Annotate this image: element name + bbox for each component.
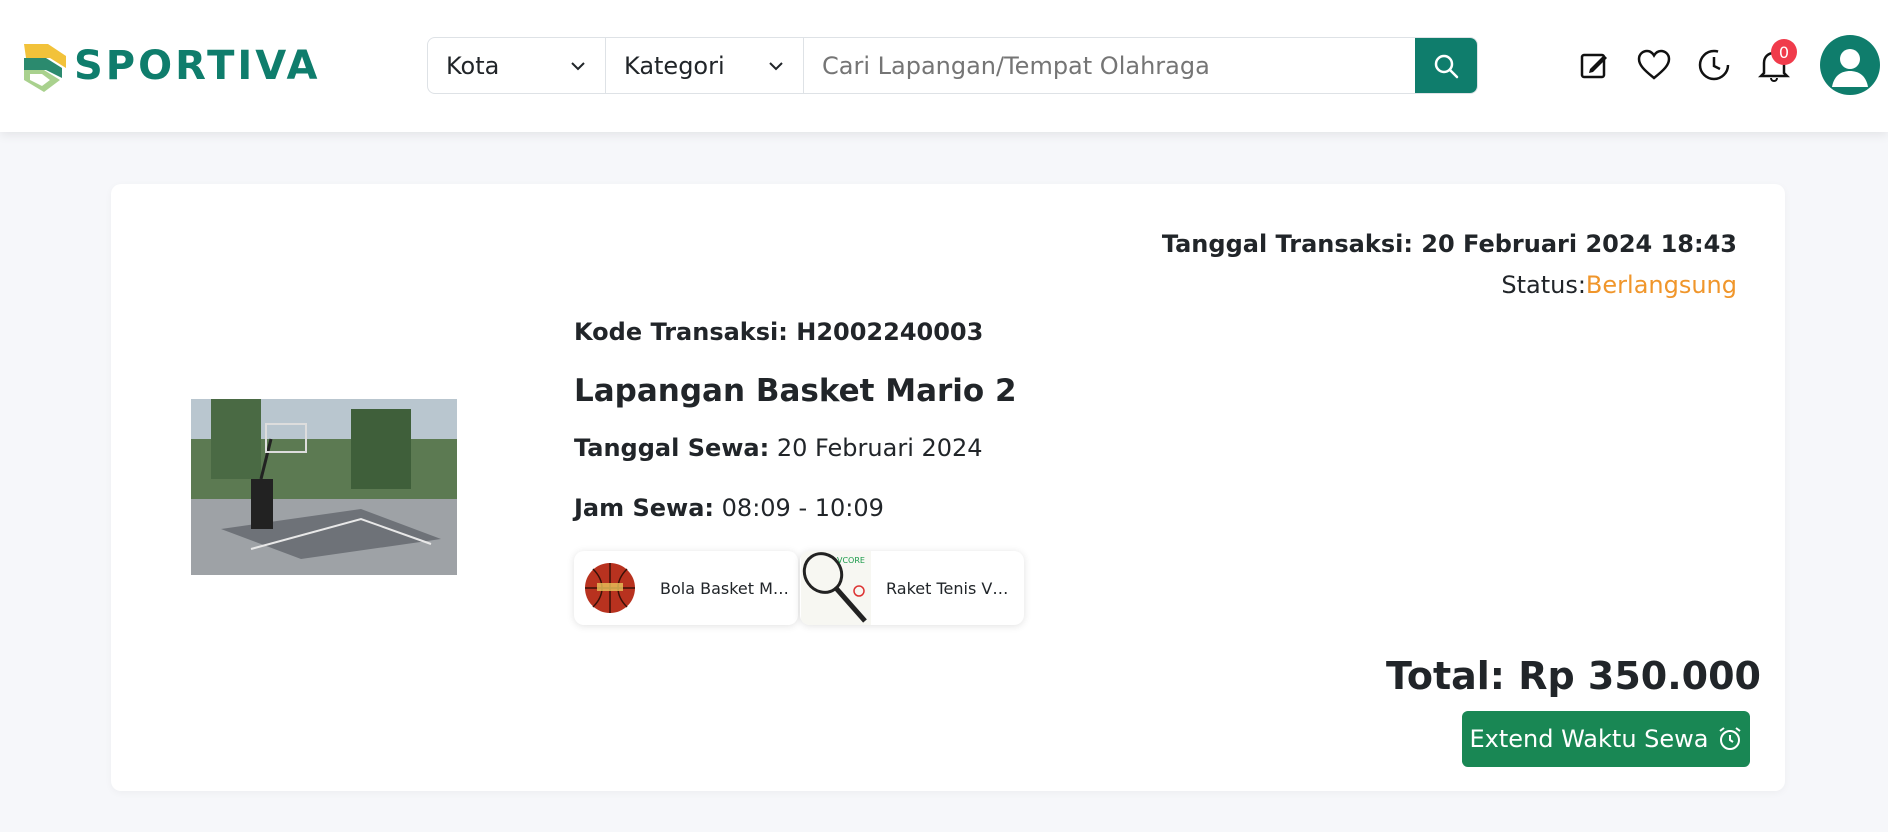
history-icon[interactable] bbox=[1697, 48, 1731, 82]
status-badge: Berlangsung bbox=[1585, 271, 1737, 299]
chevron-down-icon bbox=[769, 61, 783, 70]
item-name: Bola Basket Molten bbox=[660, 578, 790, 598]
list-item[interactable]: Bola Basket Molten bbox=[574, 551, 798, 625]
transaction-card: Tanggal Transaksi: 20 Februari 2024 18:4… bbox=[111, 184, 1785, 791]
rent-date-value: 20 Februari 2024 bbox=[776, 434, 983, 462]
total-price: Total: Rp 350.000 bbox=[1385, 654, 1761, 698]
search-button[interactable] bbox=[1415, 38, 1477, 93]
venue-photo bbox=[191, 399, 457, 575]
category-select-label: Kategori bbox=[624, 51, 725, 80]
notification-badge: 0 bbox=[1771, 39, 1797, 65]
avatar[interactable] bbox=[1820, 35, 1880, 95]
top-navbar: SPORTIVA Kota Kategori 0 bbox=[0, 0, 1888, 132]
search-icon bbox=[1434, 54, 1459, 78]
heart-icon[interactable] bbox=[1637, 48, 1671, 82]
tennis-racket-icon: VCORE bbox=[800, 551, 872, 625]
status-label: Status: bbox=[1501, 271, 1586, 299]
basketball-icon bbox=[574, 551, 646, 625]
transaction-date: Tanggal Transaksi: 20 Februari 2024 18:4… bbox=[1161, 230, 1737, 258]
sportiva-logo[interactable]: SPORTIVA bbox=[20, 38, 321, 94]
search-bar: Kota Kategori bbox=[427, 37, 1478, 94]
extend-rental-button[interactable]: Extend Waktu Sewa bbox=[1462, 711, 1750, 767]
item-name: Raket Tenis VCORE PRO bbox=[886, 578, 1016, 598]
edit-icon[interactable] bbox=[1577, 48, 1611, 82]
rent-time-value: 08:09 - 10:09 bbox=[721, 494, 884, 522]
category-select[interactable]: Kategori bbox=[606, 38, 804, 93]
rent-date-row: Tanggal Sewa: 20 Februari 2024 bbox=[574, 434, 983, 462]
transaction-code: Kode Transaksi: H2002240003 bbox=[574, 318, 984, 346]
svg-text:VCORE: VCORE bbox=[837, 556, 865, 565]
alarm-clock-icon bbox=[1718, 727, 1741, 750]
rented-items-list: Bola Basket Molten VCORE Raket Tenis VCO… bbox=[574, 551, 1024, 625]
search-input[interactable] bbox=[804, 38, 1415, 93]
venue-name: Lapangan Basket Mario 2 bbox=[574, 373, 1017, 409]
user-icon bbox=[1832, 49, 1868, 87]
transaction-status: Status:Berlangsung bbox=[1501, 271, 1737, 299]
rent-time-label: Jam Sewa: bbox=[574, 494, 715, 522]
list-item[interactable]: VCORE Raket Tenis VCORE PRO bbox=[800, 551, 1024, 625]
sportiva-logo-icon bbox=[24, 44, 66, 92]
extend-button-label: Extend Waktu Sewa bbox=[1469, 725, 1709, 753]
city-select-label: Kota bbox=[446, 51, 500, 80]
rent-time-row: Jam Sewa: 08:09 - 10:09 bbox=[574, 494, 884, 522]
brand-name: SPORTIVA bbox=[74, 43, 321, 89]
rent-date-label: Tanggal Sewa: bbox=[574, 434, 770, 462]
city-select[interactable]: Kota bbox=[428, 38, 606, 93]
chevron-down-icon bbox=[571, 61, 585, 70]
